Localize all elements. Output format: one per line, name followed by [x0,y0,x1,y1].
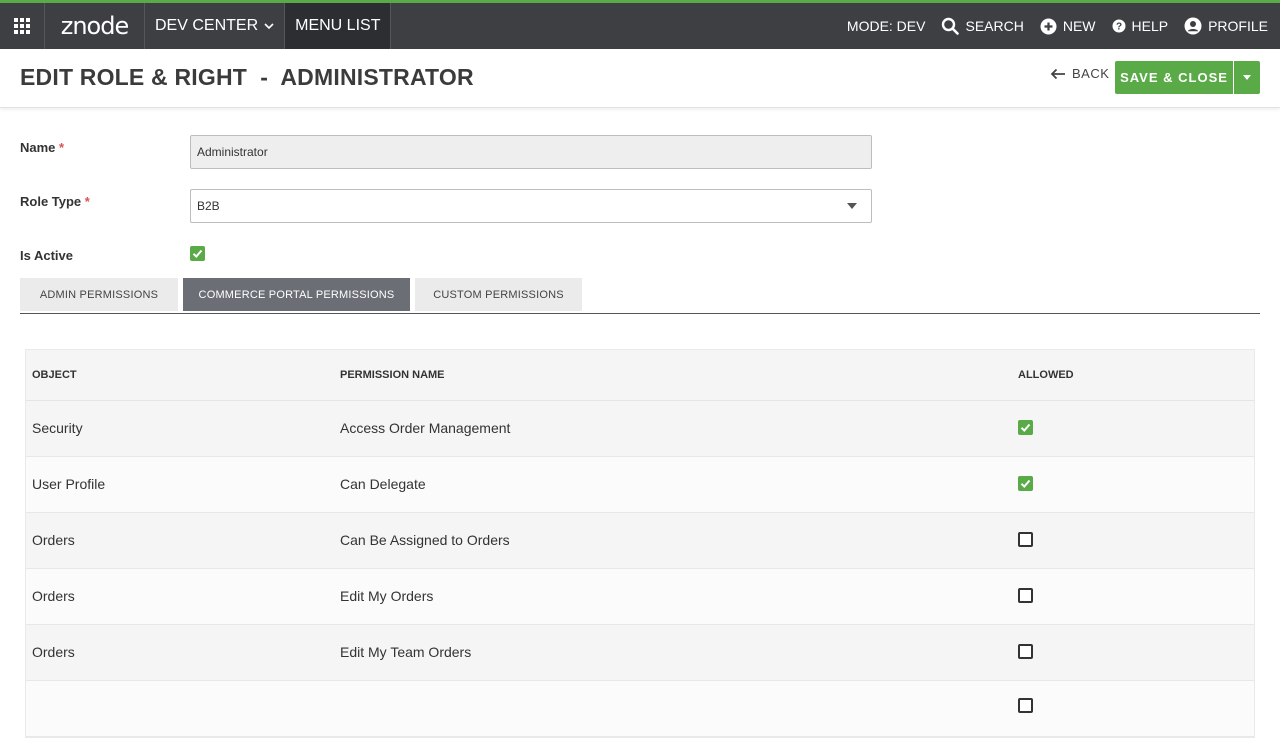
caret-down-icon [1243,75,1251,80]
permissions-table: OBJECT PERMISSION NAME ALLOWED Security … [25,349,1255,738]
top-right-actions: MODE: DEV SEARCH NEW ? HELP PROFILE [847,3,1280,49]
name-input[interactable]: Administrator [190,135,872,169]
app-grid-button[interactable] [0,3,45,49]
nav-menu-list[interactable]: MENU LIST [285,3,392,49]
permission-cell: Edit My Orders [340,588,434,604]
table-row: User Profile Can Delegate [26,457,1254,513]
permission-tabs: ADMIN PERMISSIONS COMMERCE PORTAL PERMIS… [20,278,1260,314]
object-cell: Security [32,420,83,436]
back-label: BACK [1072,66,1110,81]
allowed-checkbox[interactable] [1018,588,1033,603]
mode-indicator: MODE: DEV [846,18,926,34]
new-button[interactable]: NEW [1040,18,1096,35]
tab-admin-permissions[interactable]: ADMIN PERMISSIONS [20,278,178,311]
required-mark: * [84,194,90,209]
tab-custom-permissions[interactable]: CUSTOM PERMISSIONS [415,278,582,311]
column-header-object: OBJECT [32,369,77,381]
profile-button[interactable]: PROFILE [1184,17,1268,35]
top-navigation-bar: znode DEV CENTER MENU LIST MODE: DEV SEA… [0,0,1280,49]
help-label: HELP [1131,18,1169,34]
is-active-label: Is Active [20,248,73,263]
permission-cell: Access Order Management [340,420,511,436]
save-and-close-button[interactable]: SAVE & CLOSE [1115,61,1233,94]
page-title: EDIT ROLE & RIGHT - ADMINISTRATOR [20,64,474,90]
object-cell: Orders [32,644,75,660]
svg-text:?: ? [1115,22,1121,33]
allowed-checkbox[interactable] [1018,698,1033,713]
checkmark-icon [192,249,203,258]
allowed-checkbox[interactable] [1018,476,1033,491]
page-header: EDIT ROLE & RIGHT - ADMINISTRATOR BACK S… [0,49,1280,108]
help-icon: ? [1112,19,1126,33]
column-header-allowed: ALLOWED [1018,369,1074,381]
role-type-value: B2B [197,199,220,213]
object-cell: Orders [32,532,75,548]
allowed-checkbox[interactable] [1018,532,1033,547]
checkmark-icon [1020,423,1031,432]
grid-icon [14,18,30,34]
allowed-checkbox[interactable] [1018,644,1033,659]
search-label: SEARCH [965,18,1024,34]
is-active-checkbox[interactable] [190,246,205,261]
permission-cell: Can Delegate [340,476,426,492]
plus-circle-icon [1040,18,1057,34]
nav-dev-center[interactable]: DEV CENTER [145,3,286,49]
help-button[interactable]: ? HELP [1112,18,1169,34]
save-options-dropdown[interactable] [1234,61,1260,94]
search-button[interactable]: SEARCH [941,17,1024,35]
object-cell: Orders [32,588,75,604]
user-circle-icon [1184,17,1202,35]
column-header-permission-name: PERMISSION NAME [340,369,445,381]
required-mark: * [59,140,65,155]
checkmark-icon [1020,479,1031,488]
chevron-down-icon [264,23,274,29]
permission-cell: Edit My Team Orders [340,644,472,660]
role-type-select[interactable]: B2B [190,189,872,223]
role-type-label: Role Type * [20,194,90,209]
nav-menu-list-label: MENU LIST [295,17,381,34]
profile-label: PROFILE [1208,18,1268,34]
allowed-checkbox[interactable] [1018,420,1033,435]
arrow-left-icon [1050,68,1065,79]
new-label: NEW [1062,18,1096,34]
nav-dev-center-label: DEV CENTER [155,17,259,34]
table-row: Security Access Order Management [26,401,1254,457]
object-cell: User Profile [32,476,106,492]
search-icon [942,17,960,35]
name-label: Name * [20,140,65,155]
table-header: OBJECT PERMISSION NAME ALLOWED [26,350,1254,401]
table-row [26,681,1254,737]
tab-commerce-portal-permissions[interactable]: COMMERCE PORTAL PERMISSIONS [183,278,410,311]
table-row: Orders Edit My Orders [26,569,1254,625]
caret-down-icon [847,203,857,209]
table-row: Orders Can Be Assigned to Orders [26,513,1254,569]
permission-cell: Can Be Assigned to Orders [340,532,510,548]
table-row: Orders Edit My Team Orders [26,625,1254,681]
znode-logo[interactable]: znode [45,3,145,49]
back-button[interactable]: BACK [1050,66,1109,81]
